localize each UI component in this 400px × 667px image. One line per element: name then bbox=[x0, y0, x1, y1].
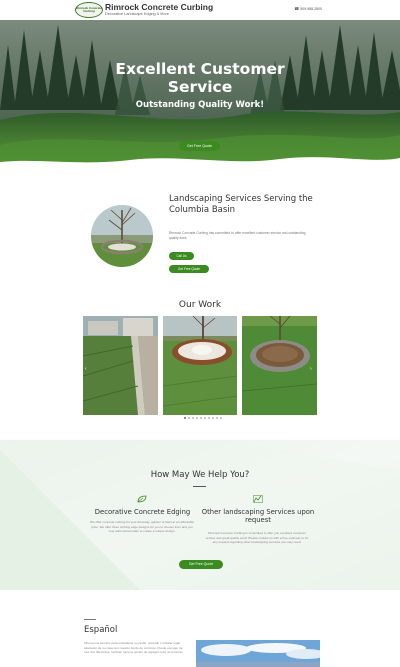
curbing-circle-photo bbox=[91, 205, 153, 267]
phone-icon: ☎ bbox=[294, 6, 300, 11]
hero-title: Excellent Customer Service bbox=[115, 60, 285, 96]
logo-text: Rimrock Concrete Curbing bbox=[76, 6, 102, 13]
carousel-dot[interactable] bbox=[200, 417, 202, 419]
espanol-title: Español bbox=[84, 625, 118, 635]
carousel-dots bbox=[184, 417, 222, 419]
work-photo-1[interactable]: ‹ bbox=[83, 316, 158, 415]
help-divider bbox=[193, 486, 206, 487]
help-title: How May We Help You? bbox=[150, 470, 250, 480]
work-photo-2[interactable] bbox=[163, 316, 237, 415]
service-decorative-edging-text: We offer concrete curbing for your drive… bbox=[90, 520, 194, 534]
leaf-icon bbox=[137, 495, 147, 503]
edging-photo-image: ‹ bbox=[83, 316, 158, 415]
landscaping-text: Rimrock Concrete Curbing has committed t… bbox=[169, 231, 306, 240]
service-other-landscaping-title: Other landscaping Services upon request bbox=[201, 508, 315, 524]
brand-tagline: Decorative Landscape Edging & More bbox=[105, 12, 169, 16]
landscaping-title: Landscaping Services Serving the Columbi… bbox=[169, 194, 313, 215]
carousel-dot[interactable] bbox=[192, 417, 194, 419]
carousel-dot[interactable] bbox=[216, 417, 218, 419]
our-work-title: Our Work bbox=[178, 300, 222, 310]
espanol-text: Ofrecemos servicio para embellecer su ja… bbox=[84, 641, 184, 655]
service-decorative-edging-title: Decorative Concrete Edging bbox=[94, 508, 191, 516]
carousel-dot[interactable] bbox=[188, 417, 190, 419]
carousel-dot[interactable] bbox=[184, 417, 186, 419]
tree-ring-photo-image bbox=[163, 316, 237, 415]
site-header: Rimrock Concrete Curbing Rimrock Concret… bbox=[0, 0, 400, 20]
carousel-dot[interactable] bbox=[208, 417, 210, 419]
phone-link[interactable]: ☎ 509-988-2800 bbox=[294, 6, 322, 12]
carousel-dot[interactable] bbox=[204, 417, 206, 419]
espanol-divider bbox=[84, 619, 96, 620]
service-other-landscaping-text: Rimrock Concrete Curbing is committed to… bbox=[205, 531, 309, 545]
sky-landscape-image bbox=[196, 640, 320, 667]
brand[interactable]: Rimrock Concrete Curbing Decorative Land… bbox=[105, 2, 213, 17]
tree-curbing-image bbox=[91, 205, 153, 267]
landscaping-quote-button[interactable]: Get Free Quote bbox=[169, 265, 209, 273]
hero-subtitle: Outstanding Quality Work! bbox=[135, 100, 265, 110]
carousel-dot[interactable] bbox=[220, 417, 222, 419]
espanol-photo bbox=[196, 640, 320, 667]
help-quote-button[interactable]: Get Free Quote bbox=[179, 560, 223, 569]
work-photo-3[interactable]: › bbox=[242, 316, 317, 415]
carousel-dot[interactable] bbox=[212, 417, 214, 419]
gray-ring-photo-image: › bbox=[242, 316, 317, 415]
phone-number[interactable]: 509-988-2800 bbox=[300, 7, 322, 11]
brand-name[interactable]: Rimrock Concrete Curbing bbox=[105, 2, 213, 12]
hero-section: Excellent Customer Service Outstanding Q… bbox=[0, 20, 400, 165]
carousel-dot[interactable] bbox=[196, 417, 198, 419]
site-logo[interactable]: Rimrock Concrete Curbing bbox=[75, 2, 103, 18]
hero-quote-button[interactable]: Get Free Quote bbox=[179, 141, 220, 151]
chart-icon bbox=[253, 495, 263, 503]
call-us-button[interactable]: Call Us bbox=[169, 252, 194, 260]
